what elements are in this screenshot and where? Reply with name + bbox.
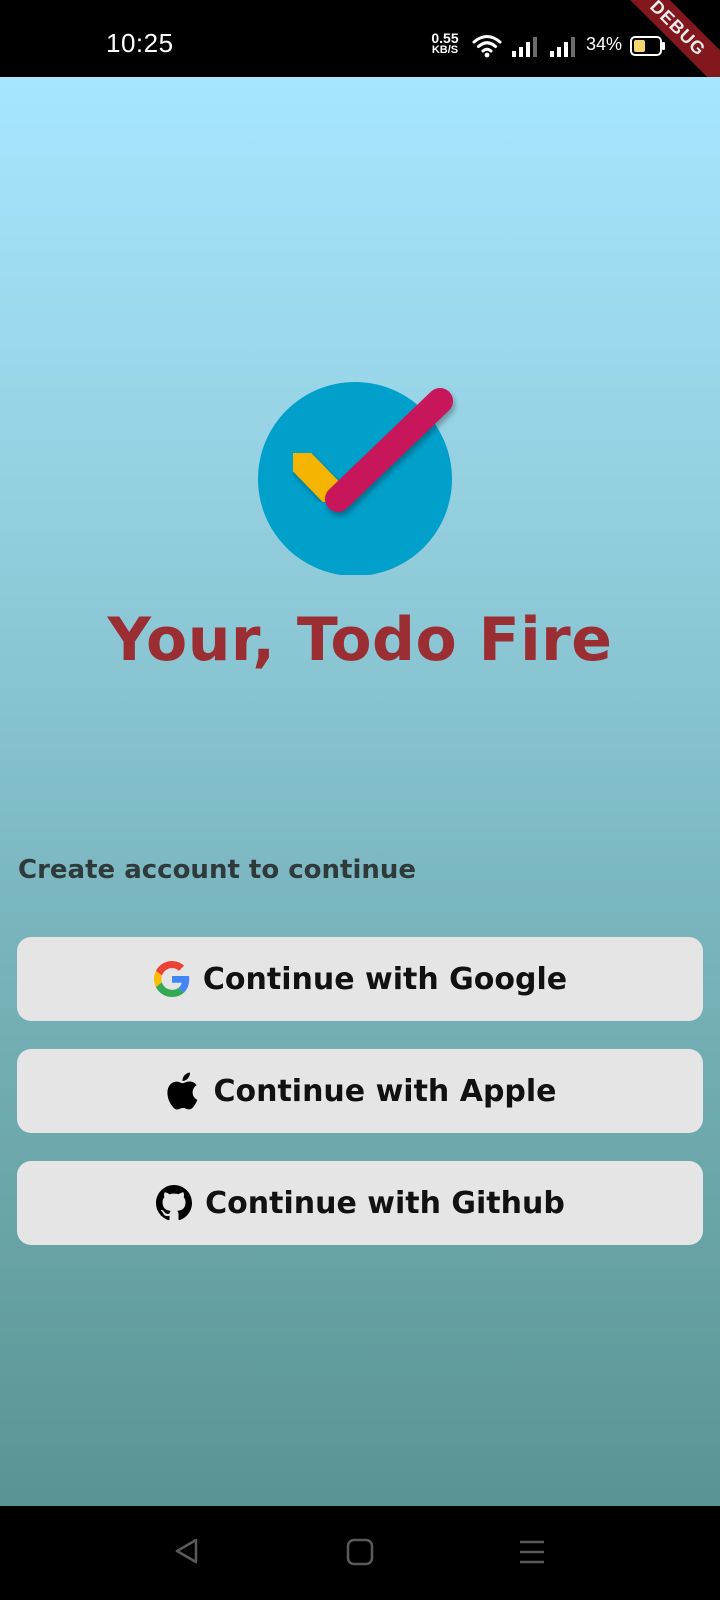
- continue-with-apple-button[interactable]: Continue with Apple: [17, 1049, 703, 1133]
- login-screen: Your, Todo Fire Create account to contin…: [0, 77, 720, 1506]
- app-title: Your, Todo Fire: [107, 605, 613, 675]
- signal-icon: [550, 37, 575, 57]
- battery-icon: [630, 36, 665, 56]
- create-account-subtitle: Create account to continue: [18, 855, 417, 885]
- apple-icon: [163, 1072, 201, 1110]
- network-speed-value: 0.55: [431, 30, 459, 46]
- network-speed: 0.55 KB/S: [424, 30, 466, 56]
- wifi-icon: [472, 35, 502, 58]
- google-icon: [153, 960, 191, 998]
- status-time: 10:25: [106, 28, 174, 58]
- signal-icon: [512, 37, 537, 57]
- back-icon[interactable]: [172, 1536, 202, 1566]
- status-bar: 10:25 0.55 KB/S 34%: [0, 0, 720, 77]
- system-nav-bar: [0, 1506, 720, 1600]
- network-speed-unit: KB/S: [431, 44, 459, 56]
- battery-percent: 34%: [586, 34, 623, 54]
- continue-with-github-button[interactable]: Continue with Github: [17, 1161, 703, 1245]
- github-icon: [155, 1184, 193, 1222]
- continue-with-google-label: Continue with Google: [202, 961, 568, 997]
- home-icon[interactable]: [346, 1538, 374, 1566]
- app-logo-check-icon: [258, 382, 453, 575]
- continue-with-apple-label: Continue with Apple: [213, 1073, 557, 1109]
- continue-with-google-button[interactable]: Continue with Google: [17, 937, 703, 1021]
- continue-with-github-label: Continue with Github: [205, 1185, 565, 1221]
- recents-icon[interactable]: [518, 1538, 546, 1566]
